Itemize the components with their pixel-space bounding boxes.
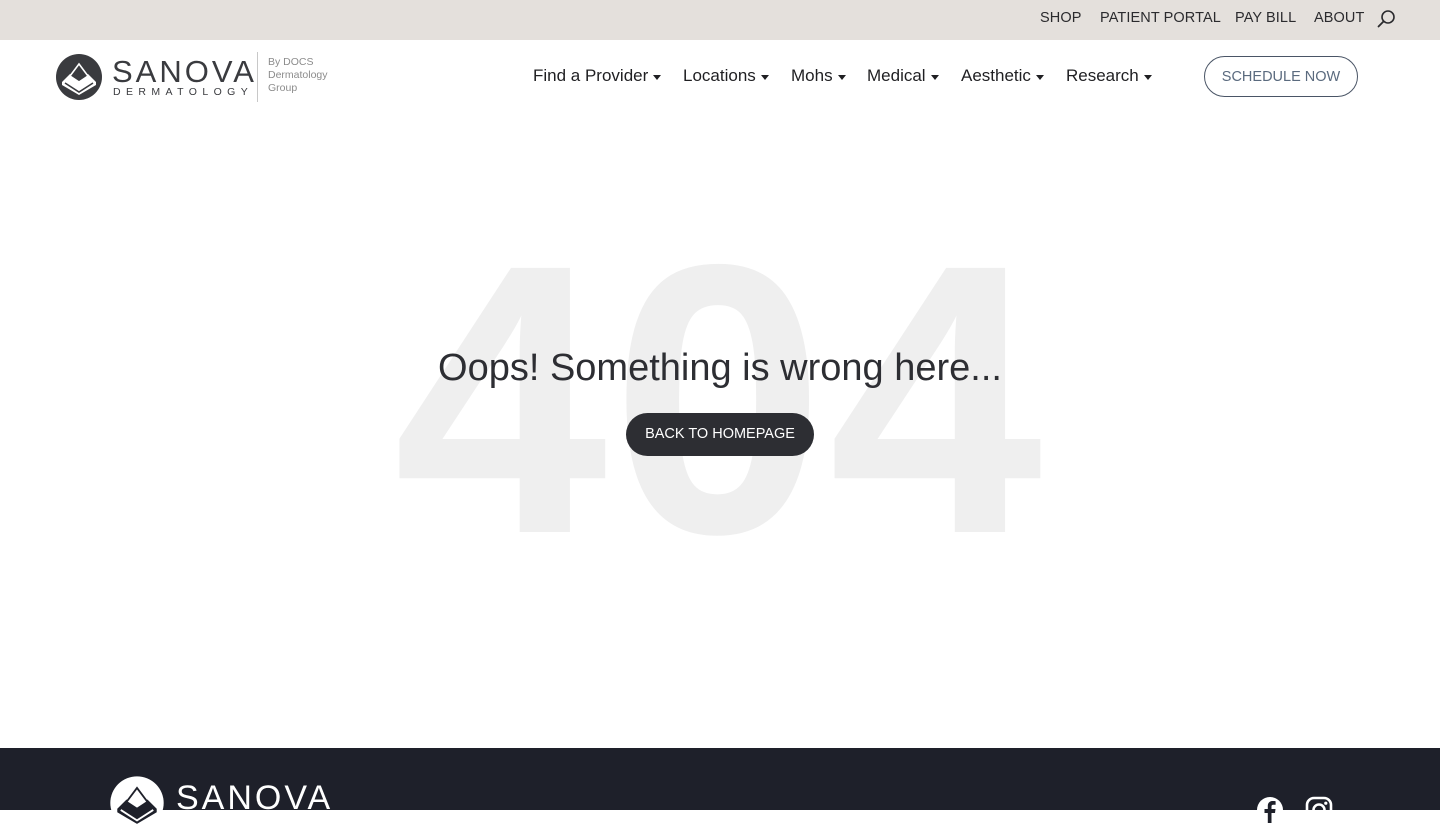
- nav-mohs[interactable]: Mohs: [791, 64, 846, 88]
- pay-bill-link[interactable]: PAY BILL: [1235, 0, 1296, 40]
- nav-locations[interactable]: Locations: [683, 64, 769, 88]
- back-to-homepage-button[interactable]: BACK TO HOMEPAGE: [626, 413, 814, 456]
- byline-3: Group: [268, 82, 298, 94]
- caret-down-icon: [1143, 75, 1152, 80]
- caret-down-icon: [1035, 75, 1044, 80]
- error-code-watermark: 404: [393, 185, 1047, 614]
- nav-label: Medical: [867, 66, 926, 85]
- search-icon[interactable]: [1376, 8, 1398, 30]
- facebook-icon[interactable]: [1256, 796, 1284, 824]
- byline-2: Dermatology: [268, 69, 328, 81]
- lotus-logo-icon: [56, 54, 102, 100]
- about-link[interactable]: ABOUT: [1314, 0, 1364, 40]
- site-footer: SANOVA: [0, 748, 1440, 830]
- shop-link[interactable]: SHOP: [1040, 0, 1082, 40]
- lotus-logo-icon: [110, 776, 164, 830]
- caret-down-icon: [653, 75, 662, 80]
- caret-down-icon: [930, 75, 939, 80]
- nav-research[interactable]: Research: [1066, 64, 1152, 88]
- nav-label: Aesthetic: [961, 66, 1031, 85]
- nav-find-a-provider[interactable]: Find a Provider: [533, 64, 662, 88]
- caret-down-icon: [837, 75, 846, 80]
- error-message: Oops! Something is wrong here...: [438, 347, 1002, 389]
- site-logo[interactable]: SANOVA DERMATOLOGY By DOCS Dermatology G…: [54, 52, 344, 104]
- nav-label: Find a Provider: [533, 66, 649, 85]
- nav-label: Research: [1066, 66, 1139, 85]
- instagram-icon[interactable]: [1305, 796, 1333, 824]
- nav-label: Locations: [683, 66, 756, 85]
- logo-subtitle: DERMATOLOGY: [113, 86, 254, 98]
- logo-divider: [257, 52, 258, 102]
- patient-portal-link[interactable]: PATIENT PORTAL: [1100, 0, 1221, 40]
- caret-down-icon: [760, 75, 769, 80]
- byline-1: By DOCS: [268, 56, 314, 68]
- nav-aesthetic[interactable]: Aesthetic: [961, 64, 1044, 88]
- footer-wordmark: SANOVA: [176, 779, 334, 817]
- schedule-now-button[interactable]: SCHEDULE NOW: [1204, 56, 1358, 97]
- logo-wordmark: SANOVA: [112, 54, 257, 89]
- nav-medical[interactable]: Medical: [867, 64, 939, 88]
- nav-label: Mohs: [791, 66, 833, 85]
- utility-bar: SHOP PATIENT PORTAL PAY BILL ABOUT: [0, 0, 1440, 40]
- footer-logo[interactable]: SANOVA: [108, 774, 368, 830]
- logo-byline: By DOCS Dermatology Group: [268, 56, 328, 95]
